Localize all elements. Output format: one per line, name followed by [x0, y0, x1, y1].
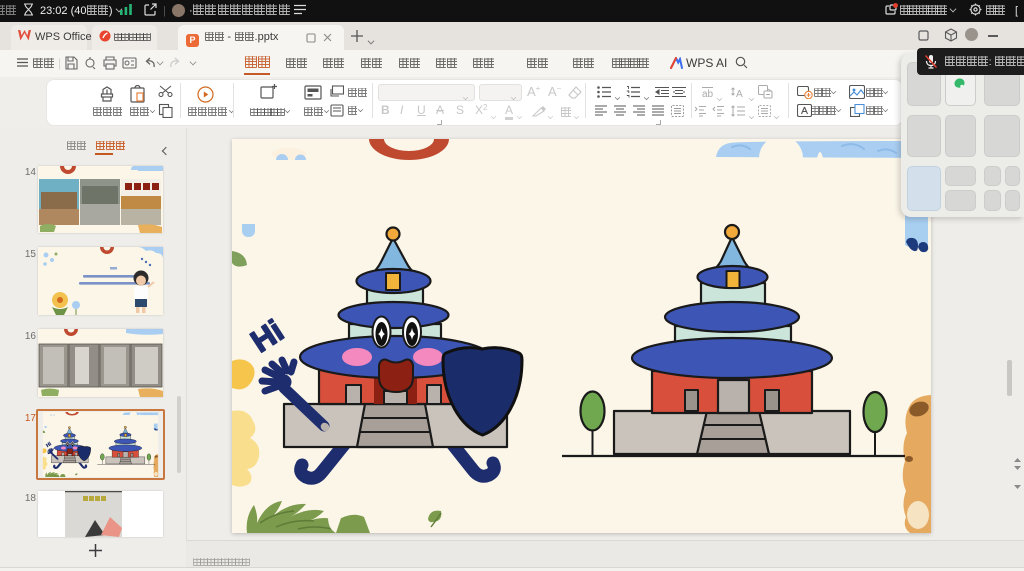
- svg-text:A: A: [736, 89, 743, 99]
- svg-text:ab: ab: [702, 89, 714, 99]
